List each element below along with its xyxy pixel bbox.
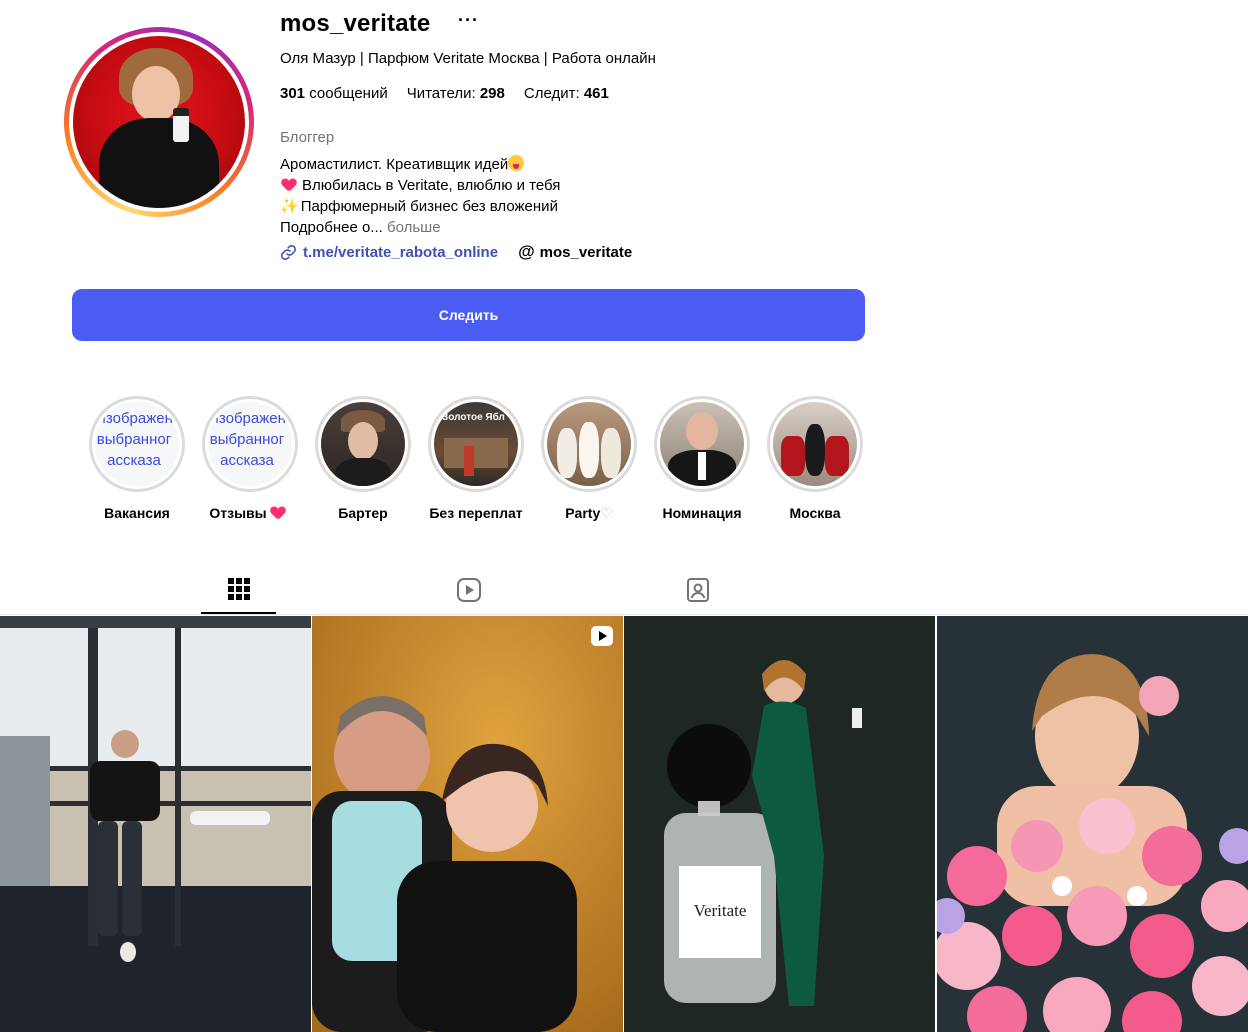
reels-icon	[456, 578, 481, 602]
tagged-icon	[686, 578, 709, 602]
highlight-party[interactable]: Party♡	[540, 396, 638, 522]
highlight-barter[interactable]: Бартер	[314, 396, 412, 522]
reel-indicator-icon	[591, 626, 613, 646]
profile-username: mos_veritate	[280, 10, 431, 37]
post-selfie[interactable]	[312, 616, 623, 1032]
more-options-icon[interactable]: ···	[458, 10, 479, 31]
tongue-emoji-icon	[508, 155, 525, 171]
threads-icon: @	[518, 242, 535, 261]
bio-line-4: Подробнее о... больше	[280, 219, 441, 236]
link-icon	[281, 244, 296, 260]
highlight-vakansiya[interactable]: Изображен выбранног ассказа Вакансия	[88, 396, 186, 522]
external-link[interactable]: t.me/veritate_rabota_online	[303, 244, 498, 261]
heart-emoji-icon	[282, 179, 296, 191]
highlight-cover	[773, 402, 857, 486]
heart-emoji-icon	[271, 507, 285, 519]
followers-stat[interactable]: Читатели: 298	[407, 85, 505, 102]
broken-image-placeholder: Изображен выбранног ассказа	[208, 402, 292, 486]
profile-stats: 301 сообщений Читатели: 298 Следит: 461	[280, 85, 609, 102]
highlight-label: Отзывы	[209, 505, 290, 521]
highlight-label: Бартер	[338, 505, 388, 521]
follow-button[interactable]: Следить	[72, 289, 865, 341]
highlight-label: Party♡	[565, 505, 613, 521]
sparkles-emoji-icon: ✨	[280, 198, 299, 215]
highlight-label: Москва	[789, 505, 841, 521]
bio-more-link[interactable]: больше	[387, 219, 441, 236]
grid-icon	[227, 578, 250, 600]
profile-category: Блоггер	[280, 129, 335, 146]
profile-avatar[interactable]	[64, 27, 254, 217]
threads-link[interactable]: @ mos_veritate	[518, 242, 632, 262]
tab-posts[interactable]	[201, 566, 276, 614]
bio-line-2: Влюбилась в Veritate, влюблю и тебя	[280, 175, 560, 196]
post-veritate-bottle[interactable]: Veritate	[624, 616, 935, 1032]
bottle-label-text: Veritate	[694, 901, 747, 920]
profile-links: t.me/veritate_rabota_online @ mos_verita…	[280, 242, 632, 262]
tab-tagged[interactable]	[660, 566, 735, 614]
avatar-photo	[73, 36, 245, 208]
highlight-otzyvy[interactable]: Изображен выбранног ассказа Отзывы	[201, 396, 299, 522]
broken-image-placeholder: Изображен выбранног ассказа	[95, 402, 179, 486]
tab-divider	[0, 614, 1248, 615]
highlight-label: Вакансия	[104, 505, 170, 521]
posts-stat: 301 сообщений	[280, 85, 388, 102]
highlight-label: Без переплат	[429, 505, 523, 521]
story-highlights: Изображен выбранног ассказа Вакансия Изо…	[88, 396, 864, 522]
highlight-cover	[660, 402, 744, 486]
profile-full-name: Оля Мазур | Парфюм Veritate Москва | Раб…	[280, 50, 656, 67]
highlight-nominatsiya[interactable]: Номинация	[653, 396, 751, 522]
tab-reels[interactable]	[431, 566, 506, 614]
lilac-heart-emoji-icon: ♡	[600, 505, 613, 521]
bio-line-1: Аромастилист. Креативщик идей	[280, 154, 560, 175]
highlight-cover	[321, 402, 405, 486]
following-stat[interactable]: Следит: 461	[524, 85, 609, 102]
highlight-moskva[interactable]: Москва	[766, 396, 864, 522]
profile-bio: Аромастилист. Креативщик идей Влюбилась …	[280, 154, 560, 238]
highlight-label: Номинация	[662, 505, 742, 521]
highlight-cover	[547, 402, 631, 486]
highlight-cover: Золотое Ябл	[434, 402, 518, 486]
bio-line-3: ✨ Парфюмерный бизнес без вложений	[280, 198, 558, 215]
post-airport[interactable]	[0, 616, 311, 1032]
post-roses[interactable]	[937, 616, 1248, 1032]
highlight-bez-pereplat[interactable]: Золотое Ябл Без переплат	[427, 396, 525, 522]
